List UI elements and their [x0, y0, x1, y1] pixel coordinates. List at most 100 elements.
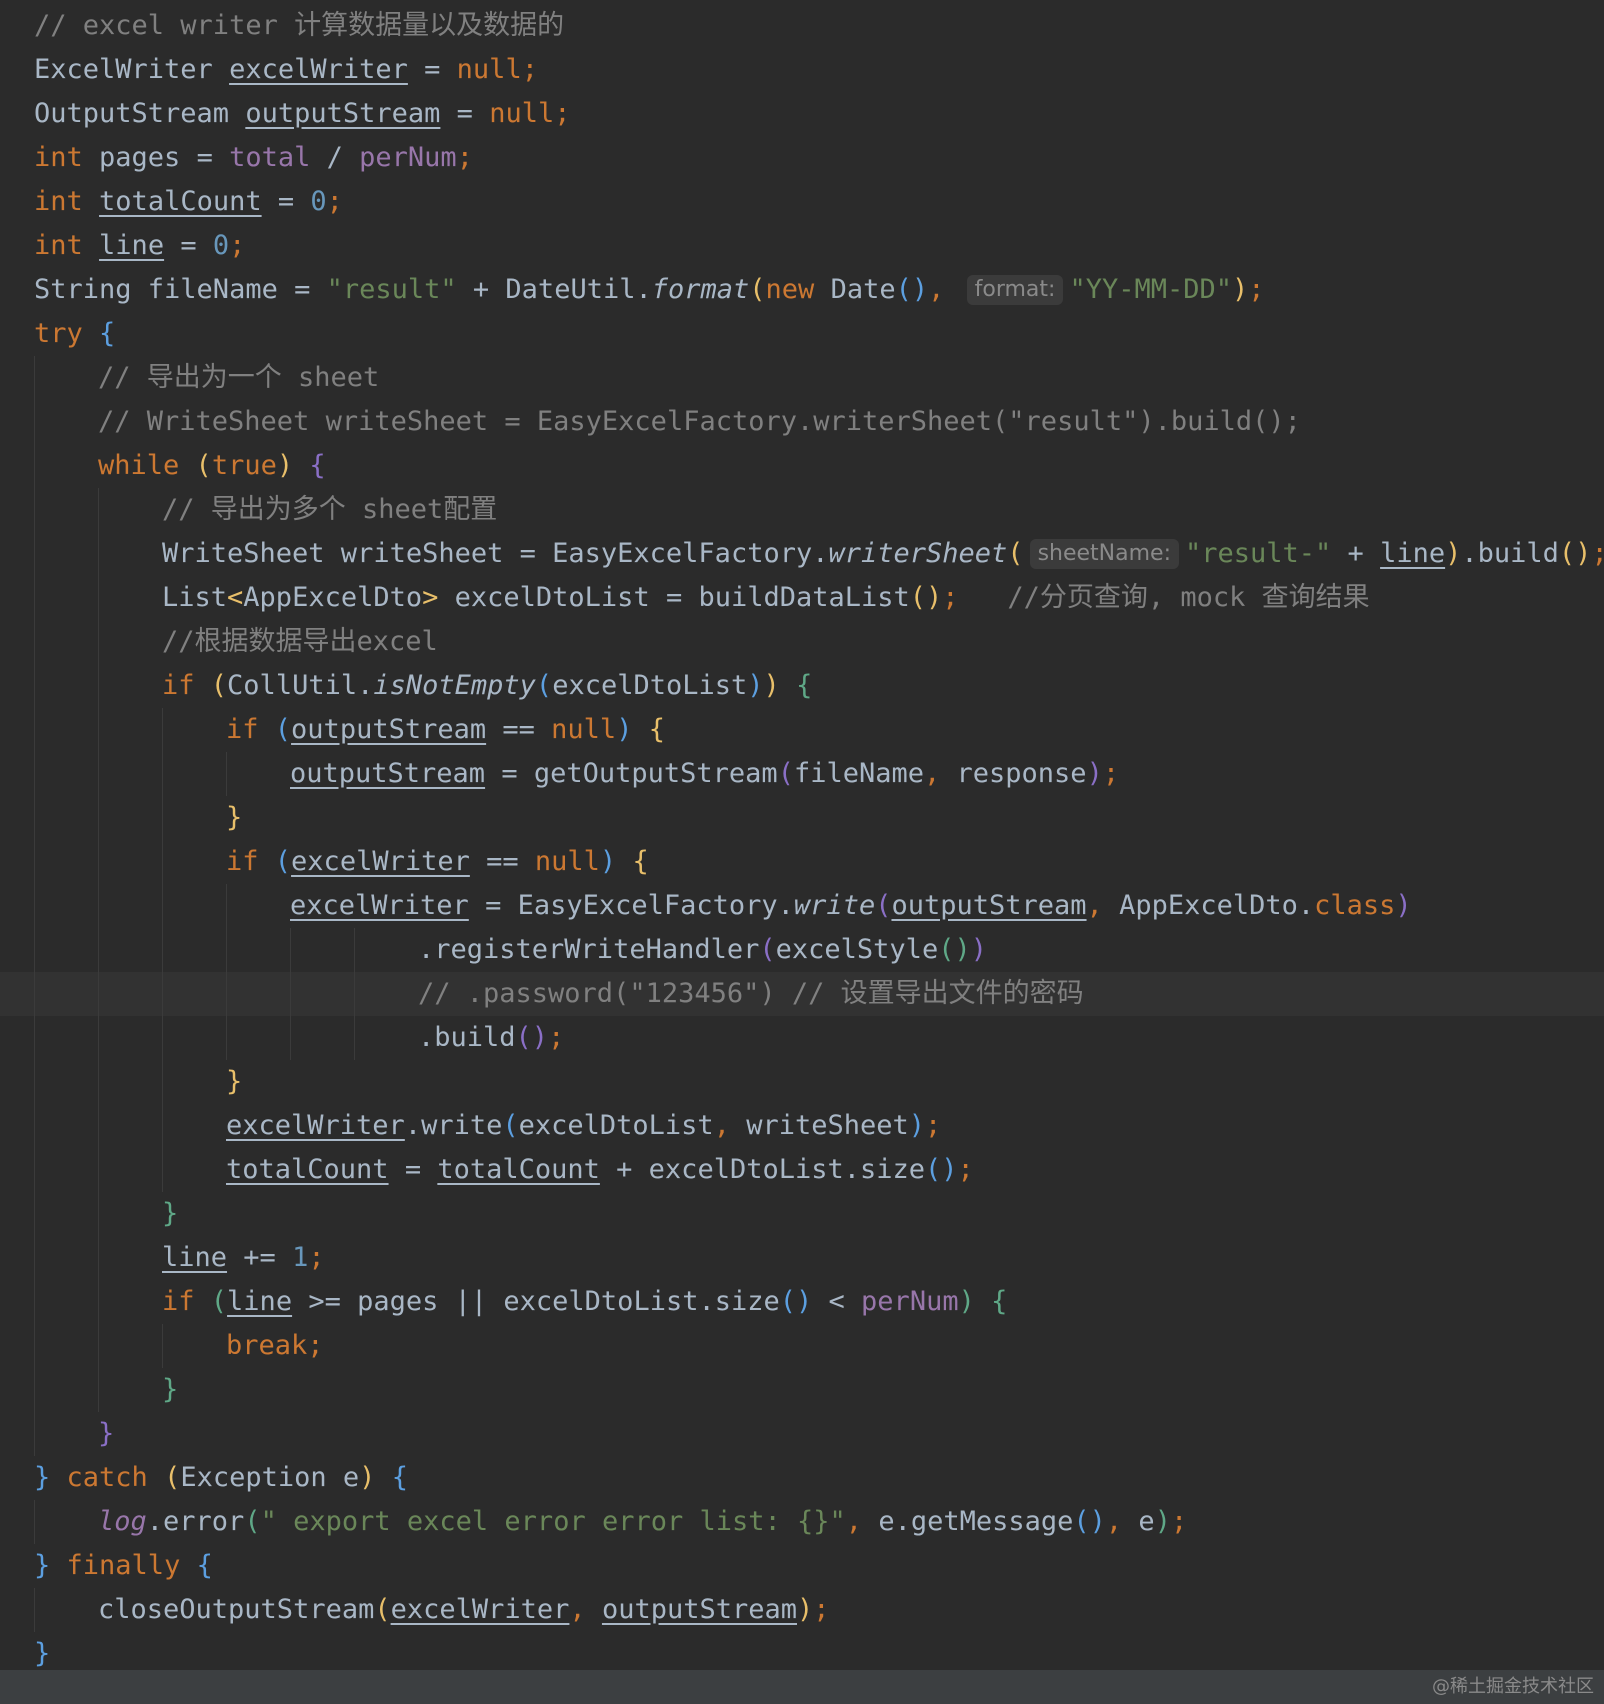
- code-line[interactable]: WriteSheet writeSheet = EasyExcelFactory…: [34, 532, 1604, 576]
- code-line[interactable]: // 导出为一个 sheet: [34, 356, 1604, 400]
- code-line[interactable]: }: [34, 796, 1604, 840]
- code-token: int: [34, 230, 83, 261]
- code-token: ;: [326, 186, 343, 217]
- code-line[interactable]: outputStream = getOutputStream(fileName,…: [34, 752, 1604, 796]
- code-token: /: [310, 142, 360, 173]
- code-line[interactable]: // 导出为多个 sheet配置: [34, 488, 1604, 532]
- code-token: (): [925, 1154, 958, 1185]
- code-token: excelWriter: [390, 1594, 570, 1625]
- code-token: ;: [456, 142, 473, 173]
- code-line[interactable]: excelWriter = EasyExcelFactory.write(out…: [34, 884, 1604, 928]
- indent-guide: [226, 752, 227, 796]
- code-token: ,: [1086, 890, 1120, 921]
- code-line[interactable]: } finally {: [34, 1544, 1604, 1588]
- code-token: +=: [227, 1242, 293, 1273]
- code-token: ;: [1102, 758, 1120, 789]
- code-token: }: [162, 1198, 179, 1229]
- code-token: ExcelWriter: [34, 54, 230, 85]
- code-token: (: [195, 450, 212, 481]
- code-token: fileName: [793, 758, 924, 789]
- code-line[interactable]: if (line >= pages || excelDtoList.size()…: [34, 1280, 1604, 1324]
- code-line[interactable]: List<AppExcelDto> excelDtoList = buildDa…: [34, 576, 1604, 620]
- code-token: ,: [1105, 1506, 1139, 1537]
- code-token: ): [1395, 890, 1412, 921]
- code-line[interactable]: line += 1;: [34, 1236, 1604, 1280]
- code-token: ,: [569, 1594, 602, 1625]
- code-token: totalCount: [437, 1154, 600, 1185]
- code-line[interactable]: } catch (Exception e) {: [34, 1456, 1604, 1500]
- code-token: {: [391, 1462, 408, 1493]
- code-token: if: [162, 1286, 195, 1317]
- code-token: line: [227, 1286, 293, 1317]
- code-token: }: [34, 1638, 51, 1669]
- code-line[interactable]: //根据数据导出excel: [34, 620, 1604, 664]
- code-token: ,: [928, 274, 961, 305]
- code-token: line: [162, 1242, 228, 1273]
- code-line[interactable]: }: [34, 1412, 1604, 1456]
- code-token: ): [359, 1462, 376, 1493]
- code-line[interactable]: break;: [34, 1324, 1604, 1368]
- code-token: .write: [404, 1110, 503, 1141]
- code-token: null: [551, 714, 617, 745]
- code-token: ): [1086, 758, 1103, 789]
- code-line[interactable]: OutputStream outputStream = null;: [34, 92, 1604, 136]
- code-line[interactable]: closeOutputStream(excelWriter, outputStr…: [34, 1588, 1604, 1632]
- code-line[interactable]: ExcelWriter excelWriter = null;: [34, 48, 1604, 92]
- code-token: {: [309, 450, 326, 481]
- code-line[interactable]: .build();: [34, 1016, 1604, 1060]
- indent-guide: [34, 1588, 35, 1632]
- code-token: (: [164, 1462, 181, 1493]
- code-line[interactable]: // WriteSheet writeSheet = EasyExcelFact…: [34, 400, 1604, 444]
- code-token: ;: [813, 1594, 830, 1625]
- code-line[interactable]: try {: [34, 312, 1604, 356]
- code-token: Exception e: [180, 1462, 360, 1493]
- code-token: totalCount: [99, 186, 262, 217]
- code-line[interactable]: }: [34, 1368, 1604, 1412]
- code-editor[interactable]: // excel writer 计算数据量以及数据的 ExcelWriter ex…: [0, 0, 1604, 1670]
- code-token: }: [226, 802, 243, 833]
- code-token: (: [875, 890, 892, 921]
- code-line[interactable]: totalCount = totalCount + excelDtoList.s…: [34, 1148, 1604, 1192]
- code-token: excelWriter: [290, 890, 469, 921]
- code-token: ): [599, 846, 617, 877]
- code-line[interactable]: int line = 0;: [34, 224, 1604, 268]
- code-token: =: [388, 1154, 438, 1185]
- code-line[interactable]: if (CollUtil.isNotEmpty(excelDtoList)) {: [34, 664, 1604, 708]
- code-line[interactable]: }: [34, 1060, 1604, 1104]
- code-line[interactable]: if (excelWriter == null) {: [34, 840, 1604, 884]
- code-token: excelWriter: [291, 846, 470, 877]
- code-token: ;: [307, 1330, 324, 1361]
- watermark-text: @稀土掘金技术社区: [1432, 1676, 1594, 1697]
- code-token: outputStream: [601, 1594, 798, 1625]
- code-line[interactable]: log.error(" export excel error error lis…: [34, 1500, 1604, 1544]
- code-line[interactable]: while (true) {: [34, 444, 1604, 488]
- code-line[interactable]: if (outputStream == null) {: [34, 708, 1604, 752]
- code-token: (): [938, 934, 971, 965]
- code-token: ,: [924, 758, 957, 789]
- code-token: {: [196, 1550, 213, 1581]
- code-token: >: [422, 582, 439, 613]
- code-token: =: [440, 98, 490, 129]
- code-token: (): [779, 1286, 813, 1317]
- code-token: Date: [814, 274, 896, 305]
- code-line[interactable]: // .password("123456") // 设置导出文件的密码: [0, 972, 1604, 1016]
- code-line[interactable]: }: [34, 1192, 1604, 1236]
- code-line[interactable]: int pages = total / perNum;: [34, 136, 1604, 180]
- bottom-bar: @稀土掘金技术社区: [0, 1670, 1604, 1704]
- code-line[interactable]: excelWriter.write(excelDtoList, writeShe…: [34, 1104, 1604, 1148]
- code-line[interactable]: String fileName = "result" + DateUtil.fo…: [34, 268, 1604, 312]
- code-line[interactable]: .registerWriteHandler(excelStyle()): [34, 928, 1604, 972]
- code-token: null: [534, 846, 600, 877]
- code-line[interactable]: int totalCount = 0;: [34, 180, 1604, 224]
- code-line[interactable]: // excel writer 计算数据量以及数据的: [34, 4, 1604, 48]
- code-token: OutputStream: [34, 98, 246, 129]
- indent-guide: [354, 928, 355, 1060]
- code-token: if: [226, 714, 259, 745]
- code-token: ;: [548, 1022, 565, 1053]
- code-token: outputStream: [291, 714, 487, 745]
